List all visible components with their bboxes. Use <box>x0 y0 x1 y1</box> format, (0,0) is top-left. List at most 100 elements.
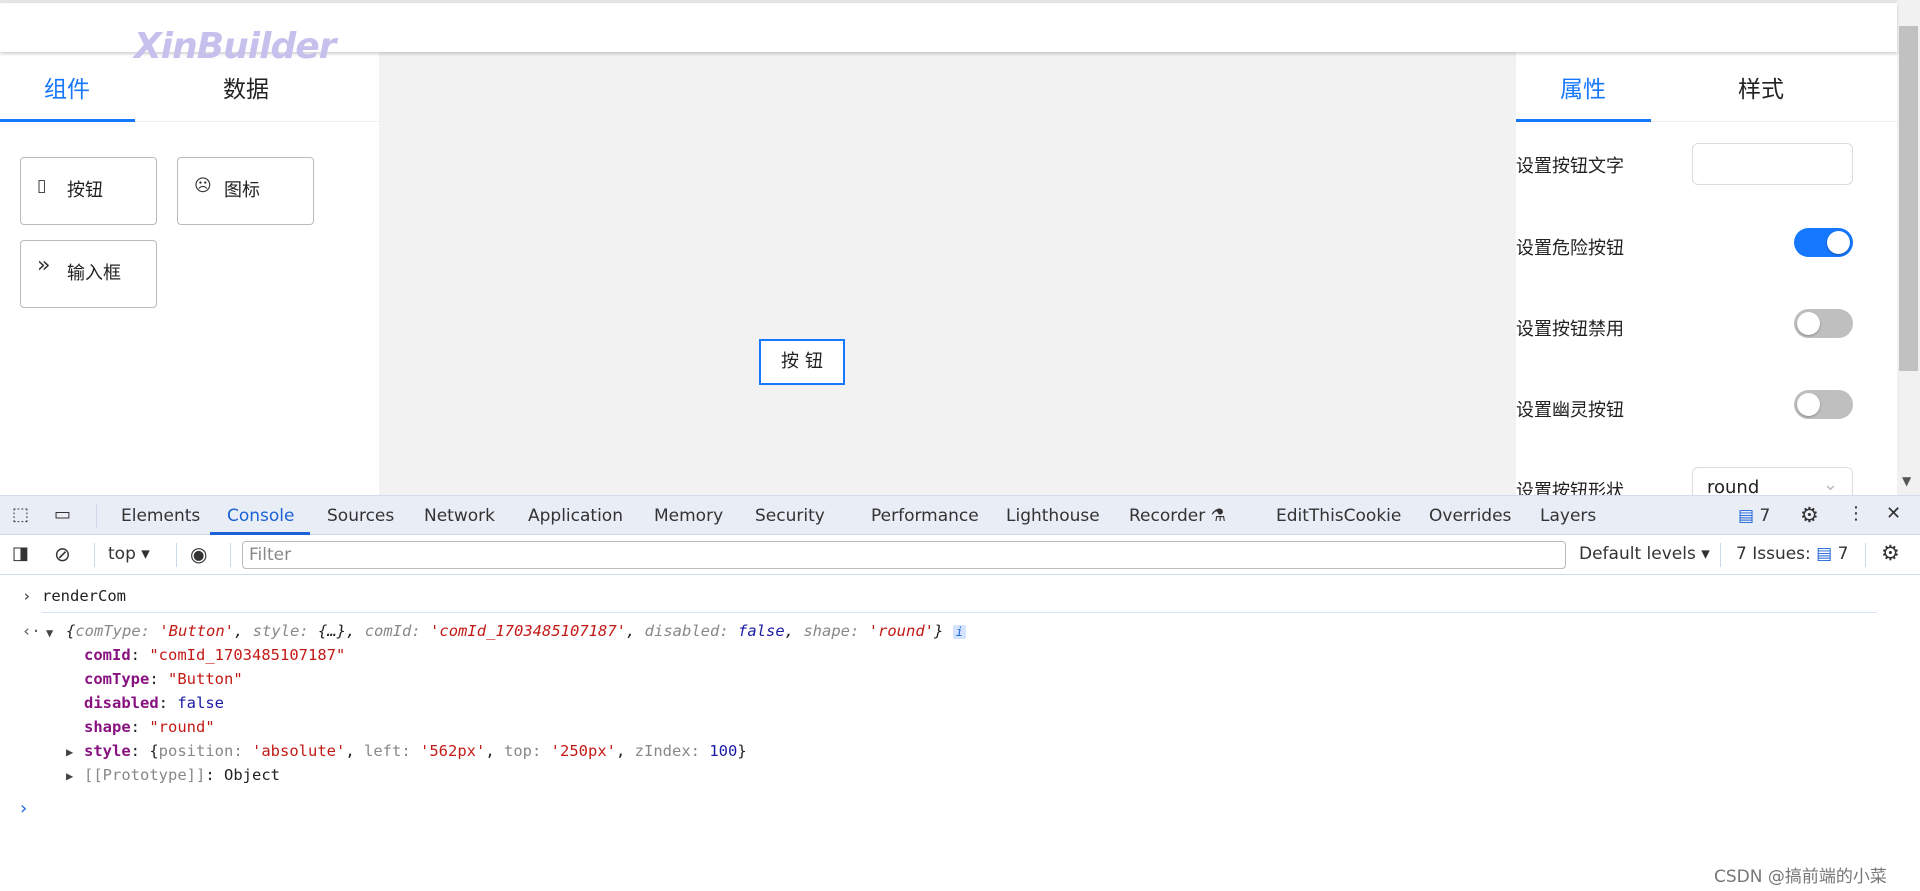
default-levels-dropdown[interactable]: Default levels ▾ <box>1579 544 1710 564</box>
key: comType <box>84 670 150 688</box>
expand-triangle-icon[interactable]: ▶ <box>66 745 73 759</box>
value: {…} <box>318 622 347 640</box>
tab-network[interactable]: Network <box>424 506 495 526</box>
separator <box>42 612 1877 613</box>
tab-lighthouse[interactable]: Lighthouse <box>1006 506 1100 526</box>
component-label: 图标 <box>224 180 260 201</box>
tab-recorder[interactable]: Recorder ⚗ <box>1129 506 1226 526</box>
shape-select[interactable]: round ⌄ <box>1692 467 1853 495</box>
canvas-button[interactable]: 按钮 <box>759 339 845 385</box>
levels-label: Default levels <box>1579 544 1696 564</box>
component-label: 按钮 <box>67 180 103 201</box>
prop-label-disabled: 设置按钮禁用 <box>1516 319 1624 340</box>
value: 'Button' <box>159 622 234 640</box>
prop-row: comId: "comId_1703485107187" <box>84 646 346 664</box>
tab-memory[interactable]: Memory <box>654 506 723 526</box>
sidebar-toggle-icon[interactable]: ◨ <box>12 543 29 564</box>
tab-components[interactable]: 组件 <box>44 70 90 104</box>
component-card-button[interactable]: ▯ 按钮 <box>20 157 157 225</box>
component-panel: 组件 数据 ▯ 按钮 ☹ 图标 » 输入框 <box>0 52 379 495</box>
issues-badge-count: 7 <box>1759 506 1771 526</box>
console-prompt-icon[interactable]: › <box>18 798 29 819</box>
tab-ink-bar <box>0 119 135 122</box>
tab-layers[interactable]: Layers <box>1540 506 1596 526</box>
more-options-icon[interactable]: ⋮ <box>1847 503 1865 524</box>
eye-icon[interactable]: ◉ <box>190 542 207 566</box>
inspect-element-icon[interactable]: ⬚ <box>12 504 29 525</box>
danger-switch[interactable] <box>1794 228 1853 257</box>
value: 100 <box>709 742 738 760</box>
message-icon: ▤ <box>1738 506 1755 526</box>
shape-select-value: round <box>1707 477 1760 495</box>
issues-badge[interactable]: ▤ 7 <box>1738 506 1770 526</box>
watermark: CSDN @搞前端的小菜 <box>1714 867 1887 887</box>
switch-knob <box>1827 231 1850 254</box>
tab-styles[interactable]: 样式 <box>1738 70 1784 104</box>
issues-button[interactable]: 7 Issues: ▤ 7 <box>1736 544 1848 564</box>
chevron-down-icon: ⌄ <box>1822 474 1838 495</box>
prop-label-danger: 设置危险按钮 <box>1516 238 1624 259</box>
prop-label-text: 设置按钮文字 <box>1516 156 1624 177</box>
console-filter-input[interactable]: Filter <box>242 541 1566 569</box>
info-icon[interactable]: i <box>952 625 966 639</box>
prop-row: disabled: false <box>84 694 224 712</box>
input-prompt-icon: › <box>22 587 32 605</box>
button-text-input[interactable] <box>1692 143 1853 185</box>
prop-row: comType: "Button" <box>84 670 243 688</box>
value: Object <box>224 766 280 784</box>
key: style <box>252 622 300 640</box>
key: [[Prototype]] <box>84 766 206 784</box>
close-icon[interactable]: ✕ <box>1886 503 1901 524</box>
tab-application[interactable]: Application <box>528 506 623 526</box>
separator <box>230 543 231 567</box>
result-arrow-icon: ‹· <box>22 622 41 640</box>
expand-triangle-icon[interactable]: ▶ <box>66 769 73 783</box>
tab-properties[interactable]: 属性 <box>1560 70 1606 104</box>
tab-elements[interactable]: Elements <box>121 506 200 526</box>
value: '562px' <box>420 742 486 760</box>
key: shape <box>803 622 851 640</box>
scrollbar-thumb[interactable] <box>1899 26 1918 371</box>
frown-icon: ☹ <box>194 176 212 196</box>
settings-gear-icon[interactable]: ⚙ <box>1800 503 1819 527</box>
component-label: 输入框 <box>67 263 121 284</box>
tab-performance[interactable]: Performance <box>871 506 979 526</box>
component-card-input[interactable]: » 输入框 <box>20 240 157 308</box>
key: style <box>84 742 131 760</box>
style-row[interactable]: style: {position: 'absolute', left: '562… <box>84 742 747 760</box>
scroll-down-arrow-icon[interactable]: ▼ <box>1902 474 1911 488</box>
context-select[interactable]: top ▾ <box>108 544 150 564</box>
tab-console[interactable]: Console <box>227 506 295 526</box>
separator <box>1720 543 1721 567</box>
switch-knob <box>1797 393 1820 416</box>
tab-recorder-label: Recorder <box>1129 506 1206 526</box>
device-toolbar-icon[interactable]: ▭ <box>54 504 71 525</box>
brace: { <box>66 622 76 640</box>
clear-console-icon[interactable]: ⊘ <box>54 542 71 566</box>
console-settings-icon[interactable]: ⚙ <box>1881 541 1900 565</box>
prototype-row[interactable]: [[Prototype]]: Object <box>84 766 280 784</box>
tab-overrides[interactable]: Overrides <box>1429 506 1511 526</box>
expand-triangle-icon[interactable]: ▼ <box>46 626 53 640</box>
tab-data[interactable]: 数据 <box>223 70 269 104</box>
context-value: top <box>108 544 136 564</box>
key: shape <box>84 718 131 736</box>
key: disabled <box>644 622 720 640</box>
ghost-switch[interactable] <box>1794 390 1853 419</box>
tab-editthiscookie[interactable]: EditThisCookie <box>1276 506 1401 526</box>
design-canvas[interactable] <box>379 52 1516 495</box>
issues-count: 7 <box>1837 544 1849 564</box>
disabled-switch[interactable] <box>1794 309 1853 338</box>
key: comType <box>75 622 141 640</box>
key: comId <box>84 646 131 664</box>
tab-sources[interactable]: Sources <box>327 506 394 526</box>
tab-security[interactable]: Security <box>755 506 825 526</box>
object-summary[interactable]: {comType: 'Button', style: {…}, comId: '… <box>66 622 966 640</box>
flask-icon: ⚗ <box>1210 506 1226 526</box>
value: false <box>177 694 224 712</box>
brace: } <box>934 622 944 640</box>
value: 'round' <box>868 622 935 640</box>
right-tabs: 属性 样式 <box>1516 52 1897 122</box>
component-card-icon[interactable]: ☹ 图标 <box>177 157 314 225</box>
separator <box>96 504 97 528</box>
